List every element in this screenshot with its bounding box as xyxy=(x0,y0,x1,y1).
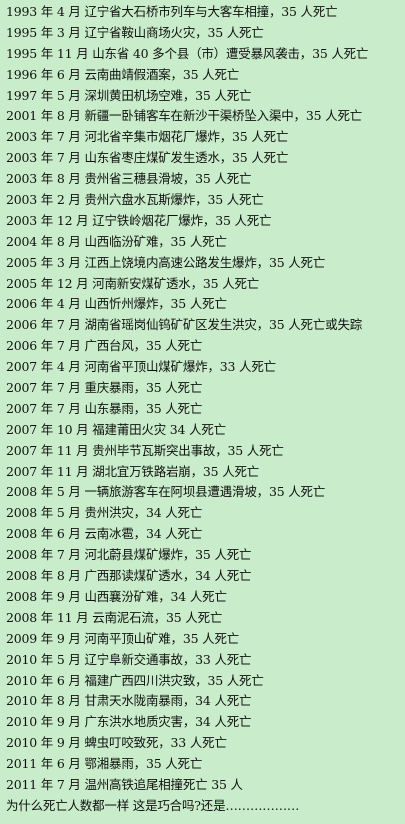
list-item: 2008 年 5 月 贵州洪灾，34 人死亡 xyxy=(6,505,203,521)
list-item: 2009 年 9 月 河南平顶山矿难，35 人死亡 xyxy=(6,630,240,646)
list-item: 2007 年 7 月 山东暴雨，35 人死亡 xyxy=(6,400,203,416)
list-item: 1995 年 3 月 辽宁省鞍山商场火灾，35 人死亡 xyxy=(6,24,264,40)
list-item: 1997 年 5 月 深圳黄田机场空难，35 人死亡 xyxy=(6,87,252,103)
list-item: 2010 年 6 月 福建广西四川洪灾致，35 人死亡 xyxy=(6,672,264,688)
list-item: 2007 年 10 月 福建莆田火灾 34 人死亡 xyxy=(6,421,226,437)
list-item: 2006 年 4 月 山西忻州爆炸，35 人死亡 xyxy=(6,296,227,312)
list-item: 2011 年 7 月 温州高铁追尾相撞死亡 35 人 xyxy=(6,776,243,792)
list-item: 1993 年 4 月 辽宁省大石桥市列车与大客车相撞，35 人死亡 xyxy=(6,4,338,19)
list-item: 2010 年 9 月 蜱虫叮咬致死，33 人死亡 xyxy=(6,735,227,751)
list-item: 2010 年 9 月 广东洪水地质灾害，34 人死亡 xyxy=(6,714,252,730)
list-item: 2010 年 5 月 辽宁阜新交通事故，33 人死亡 xyxy=(6,651,252,667)
list-item: 2005 年 3 月 江西上饶境内高速公路发生爆炸，35 人死亡 xyxy=(6,254,326,270)
list-item: 2008 年 5 月 一辆旅游客车在阿坝县遭遇滑坡，35 人死亡 xyxy=(6,484,326,500)
incident-list: 1993 年 4 月 辽宁省大石桥市列车与大客车相撞，35 人死亡 1995 年 … xyxy=(6,2,405,796)
list-item: 2003 年 2 月 贵州六盘水瓦斯爆炸，35 人死亡 xyxy=(6,192,264,208)
closing-question: 为什么死亡人数都一样 这是巧合吗?还是……………… xyxy=(6,797,300,813)
list-item: 1995 年 11 月 山东省 40 多个县（市）遭受暴风袭击，35 人死亡 xyxy=(6,45,369,61)
list-item: 2011 年 6 月 鄂湘暴雨，35 人死亡 xyxy=(6,756,203,772)
list-item: 2007 年 4 月 河南省平顶山煤矿爆炸，33 人死亡 xyxy=(6,359,276,375)
document-body: 1993 年 4 月 辽宁省大石桥市列车与大客车相撞，35 人死亡 1995 年 … xyxy=(0,0,405,824)
list-item: 2008 年 9 月 山西襄汾矿难，34 人死亡 xyxy=(6,588,227,604)
list-item: 2003 年 7 月 河北省辛集市烟花厂爆炸，35 人死亡 xyxy=(6,129,289,145)
list-item: 2008 年 8 月 广西那读煤矿透水，34 人死亡 xyxy=(6,568,252,584)
list-item: 1996 年 6 月 云南曲靖假酒案，35 人死亡 xyxy=(6,66,240,82)
list-item: 2008 年 11 月 云南泥石流，35 人死亡 xyxy=(6,609,223,625)
list-item: 2006 年 7 月 广西台风，35 人死亡 xyxy=(6,338,203,354)
list-item: 2007 年 7 月 重庆暴雨，35 人死亡 xyxy=(6,380,203,396)
list-item: 2003 年 7 月 山东省枣庄煤矿发生透水，35 人死亡 xyxy=(6,150,289,166)
list-item: 2006 年 7 月 湖南省瑶岗仙钨矿矿区发生洪灾，35 人死亡或失踪 xyxy=(6,317,363,333)
list-item: 2005 年 12 月 河南新安煤矿透水，35 人死亡 xyxy=(6,275,260,291)
list-item: 2003 年 12 月 辽宁铁岭烟花厂爆炸，35 人死亡 xyxy=(6,212,272,228)
list-item: 2010 年 8 月 甘肃天水陇南暴雨，34 人死亡 xyxy=(6,693,252,709)
list-item: 2004 年 8 月 山西临汾矿难，35 人死亡 xyxy=(6,233,227,249)
list-item: 2008 年 6 月 云南冰雹，34 人死亡 xyxy=(6,526,203,542)
list-item: 2003 年 8 月 贵州省三穗县滑坡，35 人死亡 xyxy=(6,171,252,187)
list-item: 2001 年 8 月 新疆一卧铺客车在新沙干渠桥坠入渠中，35 人死亡 xyxy=(6,108,363,124)
list-item: 2007 年 11 月 贵州毕节瓦斯突出事故，35 人死亡 xyxy=(6,442,284,458)
list-item: 2007 年 11 月 湖北宜万铁路岩崩，35 人死亡 xyxy=(6,463,260,479)
list-item: 2008 年 7 月 河北蔚县煤矿爆炸，35 人死亡 xyxy=(6,547,252,563)
